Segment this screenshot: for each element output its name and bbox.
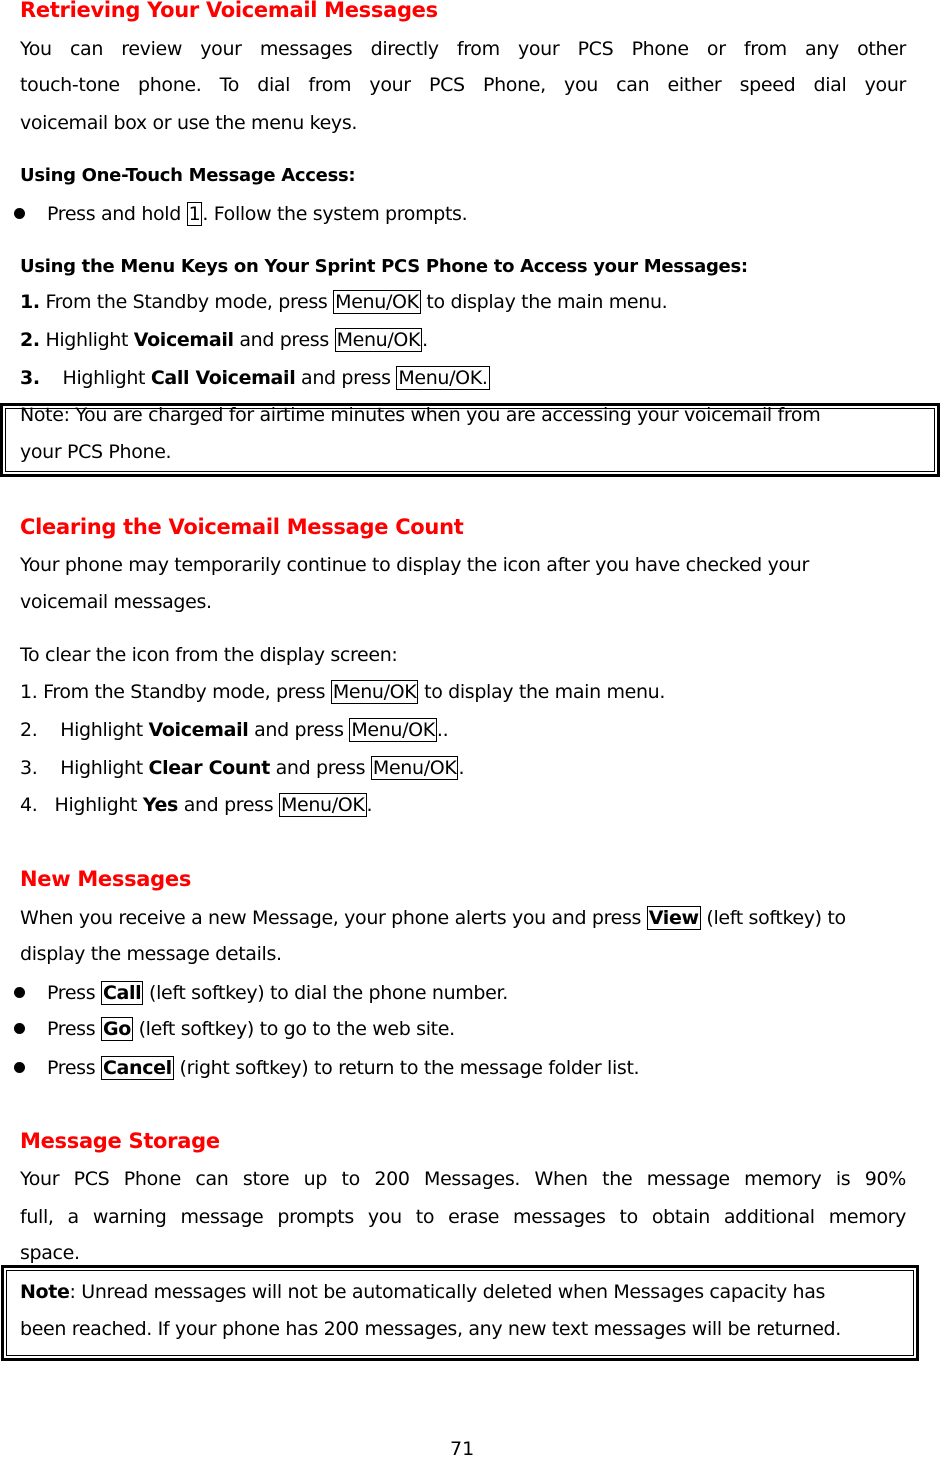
step-number: 3. <box>20 367 40 389</box>
manual-page: Retrieving Your Voicemail Messages You c… <box>0 0 940 1460</box>
key-menu-ok: Menu/OK <box>349 718 437 742</box>
heading-retrieving: Retrieving Your Voicemail Messages <box>20 0 438 22</box>
step-bold-term: Voicemail <box>133 329 234 351</box>
key-call: Call <box>100 981 144 1005</box>
step-text: From the Standby mode, press <box>37 681 331 703</box>
step-number: 2. <box>20 719 38 741</box>
bullet-icon <box>14 1023 25 1034</box>
new-messages-bullet-call: Press Call (left softkey) to dial the ph… <box>14 981 508 1005</box>
key-go: Go <box>100 1017 133 1041</box>
new-messages-bullet-go: Press Go (left softkey) to go to the web… <box>14 1017 455 1041</box>
step-text: Highlight <box>39 367 151 389</box>
storage-intro-line-3: space. <box>20 1242 80 1264</box>
key-menu-ok: Menu/OK <box>333 290 421 314</box>
clearing-intro-line-2: voicemail messages. <box>20 591 212 613</box>
step-suffix: to display the main menu. <box>420 291 668 313</box>
step-text: From the Standby mode, press <box>39 291 334 313</box>
retrieving-intro-line-3: voicemail box or use the menu keys. <box>20 112 358 134</box>
bullet-text: Press <box>47 982 101 1004</box>
bullet-text: Press <box>47 1018 101 1040</box>
one-touch-bullet: Press and hold 1. Follow the system prom… <box>14 202 468 226</box>
storage-intro-line-1: Your PCS Phone can store up to 200 Messa… <box>20 1168 906 1190</box>
step-bold-term: Clear Count <box>148 757 271 779</box>
new-messages-bullet-cancel: Press Cancel (right softkey) to return t… <box>14 1056 640 1080</box>
clearing-step-4: 4. Highlight Yes and press Menu/OK. <box>20 793 373 817</box>
note-airtime-line-2: your PCS Phone. <box>20 441 172 463</box>
note-storage-line-2: been reached. If your phone has 200 mess… <box>20 1318 841 1340</box>
step-text: and press <box>295 367 397 389</box>
menu-keys-heading: Using the Menu Keys on Your Sprint PCS P… <box>20 256 748 277</box>
note-airtime-line-1: Note: You are charged for airtime minute… <box>20 404 821 426</box>
retrieving-step-3: 3. Highlight Call Voicemail and press Me… <box>20 366 490 390</box>
step-text: Highlight <box>39 329 134 351</box>
clearing-intro-line-1: Your phone may temporarily continue to d… <box>20 554 809 576</box>
key-cancel: Cancel <box>100 1056 174 1080</box>
bullet-text: Press <box>47 1057 101 1079</box>
note-label: Note <box>20 1281 70 1303</box>
heading-new-messages: New Messages <box>20 867 192 891</box>
bullet-text: Press and hold <box>47 203 187 225</box>
storage-intro-line-2: full, a warning message prompts you to e… <box>20 1206 906 1228</box>
clearing-step-3: 3. Highlight Clear Count and press Menu/… <box>20 756 465 780</box>
retrieving-step-1: 1. From the Standby mode, press Menu/OK … <box>20 290 668 314</box>
key-menu-ok: Menu/OK <box>334 328 423 352</box>
one-touch-heading: Using One-Touch Message Access: <box>20 165 356 186</box>
key-menu-ok: Menu/OK. <box>396 366 490 390</box>
note-text: : Unread messages will not be automatica… <box>69 1281 826 1303</box>
heading-clearing: Clearing the Voicemail Message Count <box>20 515 464 539</box>
bullet-suffix: (left softkey) to dial the phone number. <box>143 982 508 1004</box>
bullet-suffix: (left softkey) to go to the web site. <box>132 1018 456 1040</box>
heading-message-storage: Message Storage <box>20 1129 220 1153</box>
bullet-icon <box>14 1062 25 1073</box>
bullet-suffix: (right softkey) to return to the message… <box>173 1057 640 1079</box>
step-bold-term: Call Voicemail <box>150 367 296 389</box>
intro-text: (left softkey) to <box>700 907 846 929</box>
bullet-icon <box>14 208 25 219</box>
step-suffix: .. <box>436 719 449 741</box>
note-box-storage <box>1 1265 919 1361</box>
step-text: and press <box>248 719 350 741</box>
step-number: 2. <box>20 329 40 351</box>
retrieving-step-2: 2. Highlight Voicemail and press Menu/OK… <box>20 328 428 352</box>
step-suffix: . <box>422 329 428 351</box>
step-bold-term: Yes <box>142 794 179 816</box>
step-text: and press <box>178 794 279 816</box>
step-text: Highlight <box>37 757 149 779</box>
key-view: View <box>646 906 701 930</box>
key-menu-ok: Menu/OK <box>330 680 419 704</box>
bullet-icon <box>14 987 25 998</box>
step-number: 1. <box>20 681 38 703</box>
step-text: Highlight <box>37 719 149 741</box>
retrieving-intro-line-1: You can review your messages directly fr… <box>20 38 906 60</box>
bullet-suffix: . Follow the system prompts. <box>202 203 468 225</box>
retrieving-intro-line-2: touch-tone phone. To dial from your PCS … <box>20 74 906 96</box>
key-menu-ok: Menu/OK <box>370 756 459 780</box>
step-suffix: . <box>366 794 373 816</box>
step-bold-term: Voicemail <box>148 719 249 741</box>
clearing-step-2: 2. Highlight Voicemail and press Menu/OK… <box>20 718 449 742</box>
intro-text: When you receive a new Message, your pho… <box>20 907 647 929</box>
clearing-step-1: 1. From the Standby mode, press Menu/OK … <box>20 680 665 704</box>
step-text: and press <box>233 329 335 351</box>
note-storage-line-1: Note: Unread messages will not be automa… <box>20 1281 906 1303</box>
step-number: 1. <box>20 291 40 313</box>
page-number: 71 <box>450 1438 475 1460</box>
step-text: and press <box>269 757 371 779</box>
new-messages-intro-line-1: When you receive a new Message, your pho… <box>20 906 846 930</box>
new-messages-intro-line-2: display the message details. <box>20 943 282 965</box>
clearing-instruction: To clear the icon from the display scree… <box>20 644 398 666</box>
step-suffix: to display the main menu. <box>418 681 666 703</box>
step-suffix: . <box>458 757 465 779</box>
key-1: 1 <box>186 202 203 226</box>
step-number: 3. <box>20 757 38 779</box>
step-text: Highlight <box>37 794 143 816</box>
step-number: 4. <box>20 794 38 816</box>
key-menu-ok: Menu/OK <box>278 793 367 817</box>
